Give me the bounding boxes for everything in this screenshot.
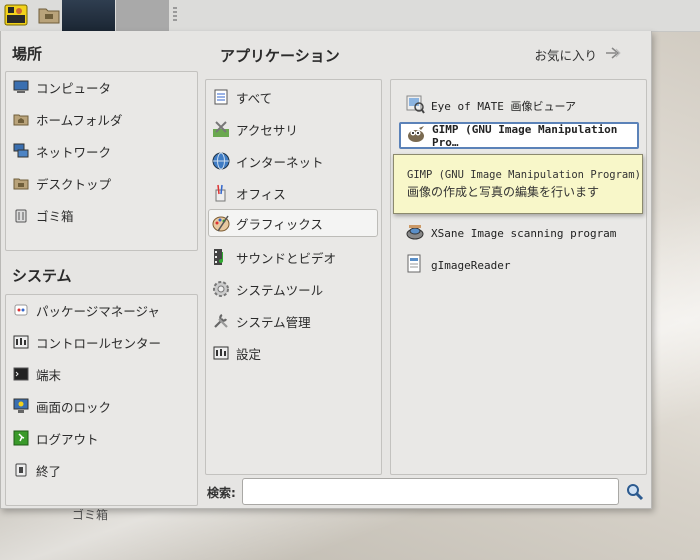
panel-drag-handle[interactable] [173, 7, 177, 23]
category-system-admin[interactable]: システム管理 [212, 308, 311, 334]
trash-icon [12, 206, 30, 224]
package-manager-icon [12, 301, 30, 319]
system-item-shutdown[interactable]: 終了 [12, 457, 61, 483]
tooltip-title: GIMP (GNU Image Manipulation Program) [407, 169, 641, 181]
search-input[interactable] [242, 478, 619, 505]
system-item-control-center[interactable]: コントロールセンター [12, 329, 161, 355]
app-label: GIMP (GNU Image Manipulation Pro… [432, 122, 618, 149]
places-item-label: デスクトップ [36, 176, 112, 192]
shutdown-icon [12, 461, 30, 479]
system-item-label: 画面のロック [36, 399, 112, 415]
system-item-label: パッケージマネージャ [36, 303, 160, 319]
gimagereader-icon [405, 254, 425, 277]
network-icon [12, 142, 30, 160]
logout-icon [12, 429, 30, 447]
app-label: Eye of MATE 画像ビューア [431, 99, 577, 113]
places-item-computer[interactable]: コンピュータ [12, 74, 111, 100]
favorites-link[interactable]: お気に入り [534, 45, 623, 64]
category-label: インターネット [236, 154, 324, 170]
system-heading: システム [12, 267, 72, 285]
system-item-terminal[interactable]: 端末 [12, 361, 61, 387]
system-item-lock-screen[interactable]: 画面のロック [12, 393, 111, 419]
system-item-label: ログアウト [36, 431, 99, 447]
app-eye-of-mate[interactable]: Eye of MATE 画像ビューア [405, 94, 576, 117]
places-item-home-folder[interactable]: ホームフォルダ [12, 106, 122, 132]
places-panel: コンピュータ ホームフォルダ ネットワーク デスクトップ ゴミ箱 [5, 71, 198, 251]
category-label: グラフィックス [236, 216, 323, 232]
main-menu: 場所 コンピュータ ホームフォルダ ネットワーク デスクトップ ゴミ箱 システム… [0, 31, 652, 509]
category-label: アクセサリ [236, 122, 298, 138]
app-label: XSane Image scanning program [431, 227, 617, 240]
category-graphics[interactable]: グラフィックス [208, 209, 378, 237]
desktop-folder-icon [12, 174, 30, 192]
menu-launcher-icon[interactable] [4, 3, 28, 27]
system-admin-icon [212, 312, 230, 330]
lock-screen-icon [12, 397, 30, 415]
category-label: オフィス [236, 186, 286, 202]
desktop-folder-icon[interactable] [37, 3, 61, 27]
applications-heading: アプリケーション [220, 47, 340, 65]
tooltip-description: 画像の作成と写真の編集を行います [407, 185, 600, 199]
settings-icon [212, 344, 230, 362]
category-settings[interactable]: 設定 [212, 340, 261, 366]
system-item-label: コントロールセンター [36, 335, 162, 351]
search-icon[interactable] [626, 483, 644, 501]
places-item-label: ゴミ箱 [36, 208, 74, 224]
taskbar-window-2[interactable] [116, 0, 169, 31]
system-item-logout[interactable]: ログアウト [12, 425, 99, 451]
system-tools-icon [212, 280, 230, 298]
xsane-icon [405, 222, 425, 245]
app-label: gImageReader [431, 259, 511, 272]
all-apps-icon [212, 88, 230, 106]
places-item-network[interactable]: ネットワーク [12, 138, 111, 164]
home-folder-icon [12, 110, 30, 128]
category-label: 設定 [236, 346, 262, 362]
gimp-tooltip: GIMP (GNU Image Manipulation Program) 画像… [393, 154, 643, 214]
image-viewer-icon [405, 94, 425, 117]
system-item-label: 端末 [36, 367, 62, 383]
places-item-label: ネットワーク [36, 144, 112, 160]
office-icon [212, 184, 230, 202]
search-label: 検索: [207, 486, 236, 500]
internet-globe-icon [212, 152, 230, 170]
places-item-desktop[interactable]: デスクトップ [12, 170, 111, 196]
category-sound-video[interactable]: サウンドとビデオ [212, 244, 336, 270]
system-panel: パッケージマネージャ コントロールセンター 端末 画面のロック ログアウト 終了 [5, 294, 198, 506]
category-label: サウンドとビデオ [236, 250, 337, 266]
arrow-right-icon [605, 46, 623, 63]
apps-panel: Eye of MATE 画像ビューア GIMP (GNU Image Manip… [390, 79, 647, 475]
category-system-tools[interactable]: システムツール [212, 276, 323, 302]
app-gimagereader[interactable]: gImageReader [405, 254, 510, 277]
top-panel [0, 0, 700, 32]
favorites-label: お気に入り [534, 48, 597, 63]
places-item-label: ホームフォルダ [36, 112, 123, 128]
system-item-label: 終了 [36, 463, 62, 479]
accessories-icon [212, 120, 230, 138]
category-label: システム管理 [236, 314, 311, 330]
places-item-trash[interactable]: ゴミ箱 [12, 202, 74, 228]
category-office[interactable]: オフィス [212, 180, 286, 206]
categories-panel: すべて アクセサリ インターネット オフィス グラフィックス サウンドとビデオ … [205, 79, 382, 475]
places-heading: 場所 [12, 45, 43, 63]
category-accessories[interactable]: アクセサリ [212, 116, 298, 142]
app-gimp[interactable]: GIMP (GNU Image Manipulation Pro… [399, 122, 639, 149]
gimp-icon [406, 124, 426, 147]
terminal-icon [12, 365, 30, 383]
system-item-package-manager[interactable]: パッケージマネージャ [12, 297, 160, 323]
app-xsane[interactable]: XSane Image scanning program [405, 222, 616, 245]
sound-video-icon [212, 248, 230, 266]
computer-icon [12, 78, 30, 96]
category-internet[interactable]: インターネット [212, 148, 324, 174]
taskbar-window-1[interactable] [62, 0, 115, 31]
places-item-label: コンピュータ [36, 80, 112, 96]
control-center-icon [12, 333, 30, 351]
graphics-icon [212, 214, 230, 232]
category-label: すべて [236, 90, 273, 106]
category-all[interactable]: すべて [212, 84, 272, 110]
category-label: システムツール [236, 282, 324, 298]
